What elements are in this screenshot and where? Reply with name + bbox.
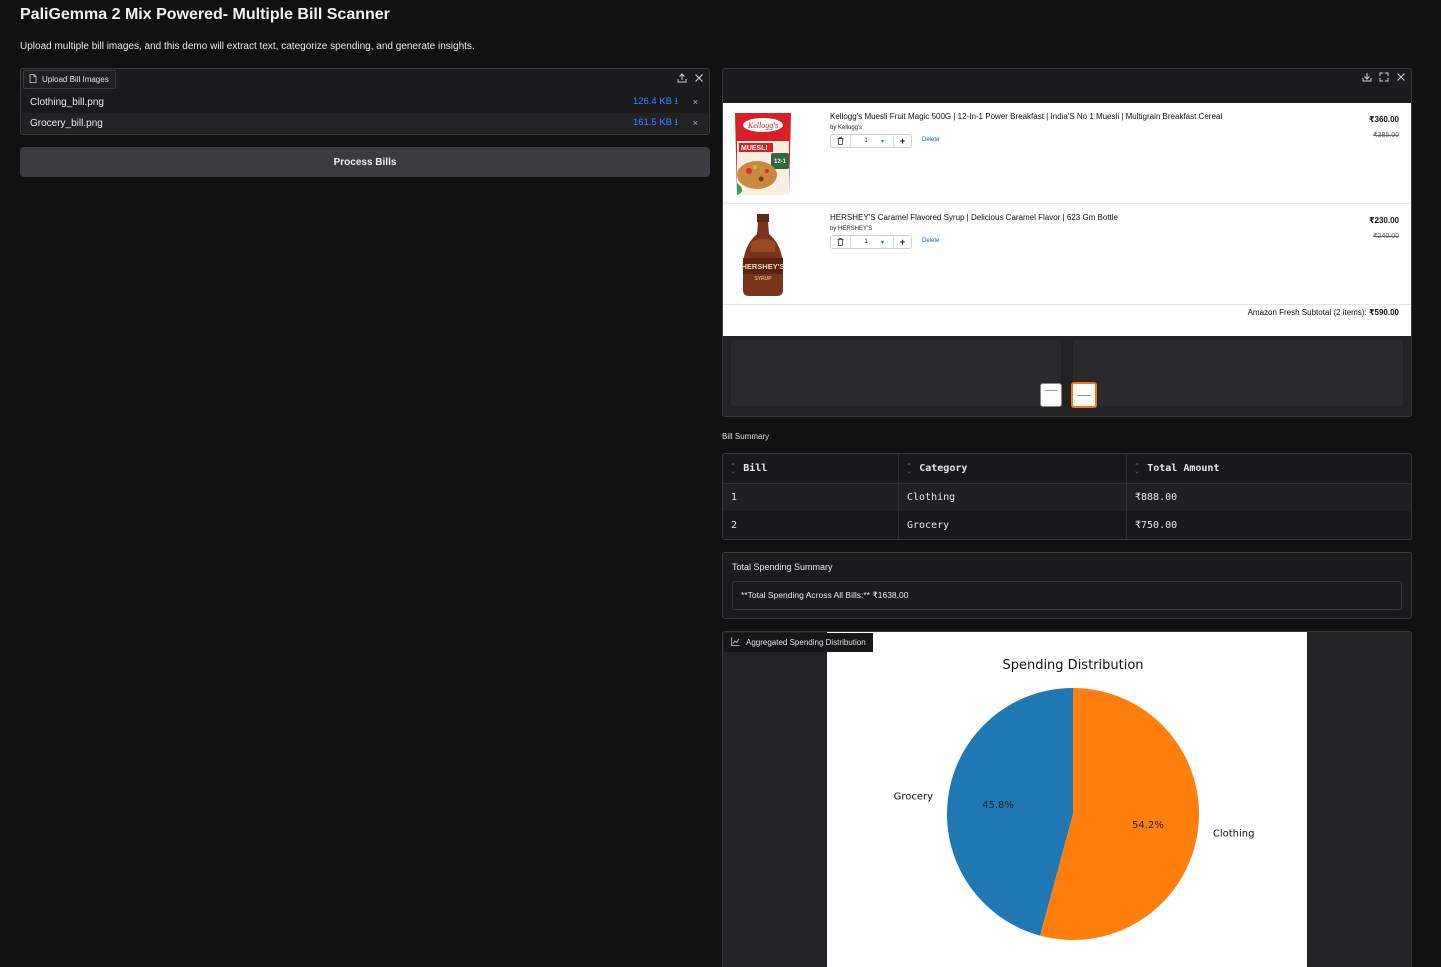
quantity-stepper: 1 ▾ +	[830, 134, 912, 148]
clear-icon[interactable]	[692, 71, 705, 84]
gallery-thumbnail-selected[interactable]	[1071, 382, 1097, 408]
trash-icon	[831, 236, 851, 248]
pie-category-label: Grocery	[894, 791, 934, 802]
remove-file-button[interactable]: ×	[693, 97, 698, 107]
file-row: Grocery_bill.png 161.5 KB ⭳ ×	[22, 113, 708, 133]
chart-icon	[731, 637, 740, 648]
product-price: ₹230.00	[1368, 216, 1399, 225]
bill-summary-label: Bill Summary	[722, 432, 770, 441]
product-brand: by HERSHEY'S	[830, 226, 873, 232]
subtotal: Amazon Fresh Subtotal (2 items): ₹590.00	[1248, 308, 1399, 317]
delete-link: Delete	[922, 137, 940, 143]
pie-category-label: Clothing	[1213, 829, 1255, 840]
product-title: HERSHEY'S Caramel Flavored Syrup | Delic…	[830, 213, 1119, 222]
total-spending-panel: Total Spending Summary **Total Spending …	[722, 552, 1412, 619]
upload-panel[interactable]: Upload Bill Images Clothing_bill.png 126…	[20, 68, 710, 135]
delete-link: Delete	[922, 238, 940, 244]
upload-icon[interactable]	[675, 71, 688, 84]
quantity-stepper: 1 ▾ +	[830, 235, 912, 249]
column-header-category[interactable]: ⌃ ⌄ Category	[899, 454, 1127, 483]
total-spending-output[interactable]: **Total Spending Across All Bills:** ₹16…	[732, 581, 1402, 610]
chevron-down-icon: ▾	[881, 138, 885, 145]
chart-tab: Aggregated Spending Distribution	[724, 633, 873, 652]
total-spending-title: Total Spending Summary	[732, 562, 833, 572]
pie-chart: Spending Distribution 54.2% Clothing 45.8%…	[894, 658, 1255, 940]
column-header-total-amount[interactable]: ⌃ ⌄ Total Amount	[1127, 454, 1411, 483]
quantity-value: 1	[864, 138, 868, 144]
gallery-thumbnail[interactable]	[1040, 383, 1062, 407]
svg-text:12-1: 12-1	[774, 159, 787, 165]
file-row: Clothing_bill.png 126.4 KB ⭳ ×	[22, 92, 708, 112]
spending-chart-panel: Aggregated Spending Distribution Spendin…	[722, 631, 1412, 967]
table-cell[interactable]: 2	[723, 511, 899, 539]
table-row: 1 Clothing ₹888.00	[723, 484, 1411, 511]
bill-summary-table: ⌃ ⌄ Bill ⌃ ⌄ Category ⌃ ⌄ Total Amount 1 Cl…	[722, 453, 1412, 540]
table-cell[interactable]: ₹750.00	[1127, 511, 1411, 539]
chevron-down-icon: ▾	[881, 239, 885, 246]
remove-file-button[interactable]: ×	[693, 118, 698, 128]
pie-percent-label: 45.8%	[982, 800, 1014, 811]
plus-icon: +	[893, 236, 911, 248]
product-old-price: ₹385.00	[1373, 132, 1399, 139]
svg-text:Kellogg's: Kellogg's	[747, 121, 778, 130]
table-cell[interactable]: 1	[723, 484, 899, 511]
product-row: Kellogg's MUESLI 12-1 Kellogg's Muesli F…	[723, 103, 1411, 204]
table-row: 2 Grocery ₹750.00	[723, 511, 1411, 539]
muesli-pack-image: Kellogg's MUESLI 12-1	[731, 111, 795, 197]
table-cell[interactable]: Clothing	[899, 484, 1127, 511]
bill-image-preview: Kellogg's MUESLI 12-1 Kellogg's Muesli F…	[723, 103, 1411, 336]
table-cell[interactable]: Grocery	[899, 511, 1127, 539]
upload-tab-label: Upload Bill Images	[42, 75, 109, 84]
product-brand: by Kellogg's	[830, 125, 863, 131]
table-header: ⌃ ⌄ Bill ⌃ ⌄ Category ⌃ ⌄ Total Amount	[723, 454, 1411, 484]
sort-icon[interactable]: ⌃ ⌄	[907, 462, 911, 474]
fullscreen-icon[interactable]	[1377, 70, 1391, 83]
chart-tab-label: Aggregated Spending Distribution	[746, 638, 866, 647]
chart-title: Spending Distribution	[1002, 658, 1143, 673]
quantity-value: 1	[864, 239, 868, 245]
process-bills-button[interactable]: Process Bills	[20, 147, 710, 177]
product-price: ₹360.00	[1368, 115, 1399, 124]
plus-icon: +	[893, 135, 911, 147]
pie-percent-label: 54.2%	[1132, 820, 1164, 831]
table-cell[interactable]: ₹888.00	[1127, 484, 1411, 511]
product-old-price: ₹240.00	[1373, 233, 1399, 240]
file-download-link[interactable]: 161.5 KB ⭳	[633, 115, 678, 131]
subtotal-label: Amazon Fresh Subtotal (2 items):	[1247, 308, 1367, 317]
sort-icon[interactable]: ⌃ ⌄	[1135, 462, 1139, 474]
syrup-bottle-image: HERSHEY'S SYRUP	[731, 212, 795, 298]
gallery-backdrop	[723, 336, 1411, 416]
subtotal-value: ₹590.00	[1368, 308, 1399, 317]
app-description: Upload multiple bill images, and this de…	[20, 41, 475, 52]
close-icon[interactable]	[1394, 70, 1408, 83]
svg-text:SYRUP: SYRUP	[754, 276, 772, 282]
upload-tab: Upload Bill Images	[23, 70, 116, 89]
file-name: Clothing_bill.png	[30, 96, 104, 108]
download-icon[interactable]	[1360, 70, 1374, 83]
column-header-bill[interactable]: ⌃ ⌄ Bill	[723, 454, 899, 483]
svg-text:MUESLI: MUESLI	[741, 145, 768, 152]
file-name: Grocery_bill.png	[30, 117, 103, 129]
app-title: PaliGemma 2 Mix Powered- Multiple Bill S…	[20, 6, 390, 23]
product-title: Kellogg's Muesli Fruit Magic 500G | 12-I…	[830, 112, 1223, 121]
file-icon	[29, 74, 37, 85]
file-download-link[interactable]: 126.4 KB ⭳	[633, 94, 678, 110]
product-row: HERSHEY'S SYRUP HERSHEY'S Caramel Flavor…	[723, 204, 1411, 305]
svg-text:HERSHEY'S: HERSHEY'S	[741, 262, 784, 271]
chart-canvas: Spending Distribution 54.2% Clothing 45.8%…	[827, 632, 1307, 967]
trash-icon	[831, 135, 851, 147]
bill-image-gallery[interactable]: Kellogg's MUESLI 12-1 Kellogg's Muesli F…	[722, 68, 1412, 417]
sort-icon[interactable]: ⌃ ⌄	[731, 462, 735, 474]
